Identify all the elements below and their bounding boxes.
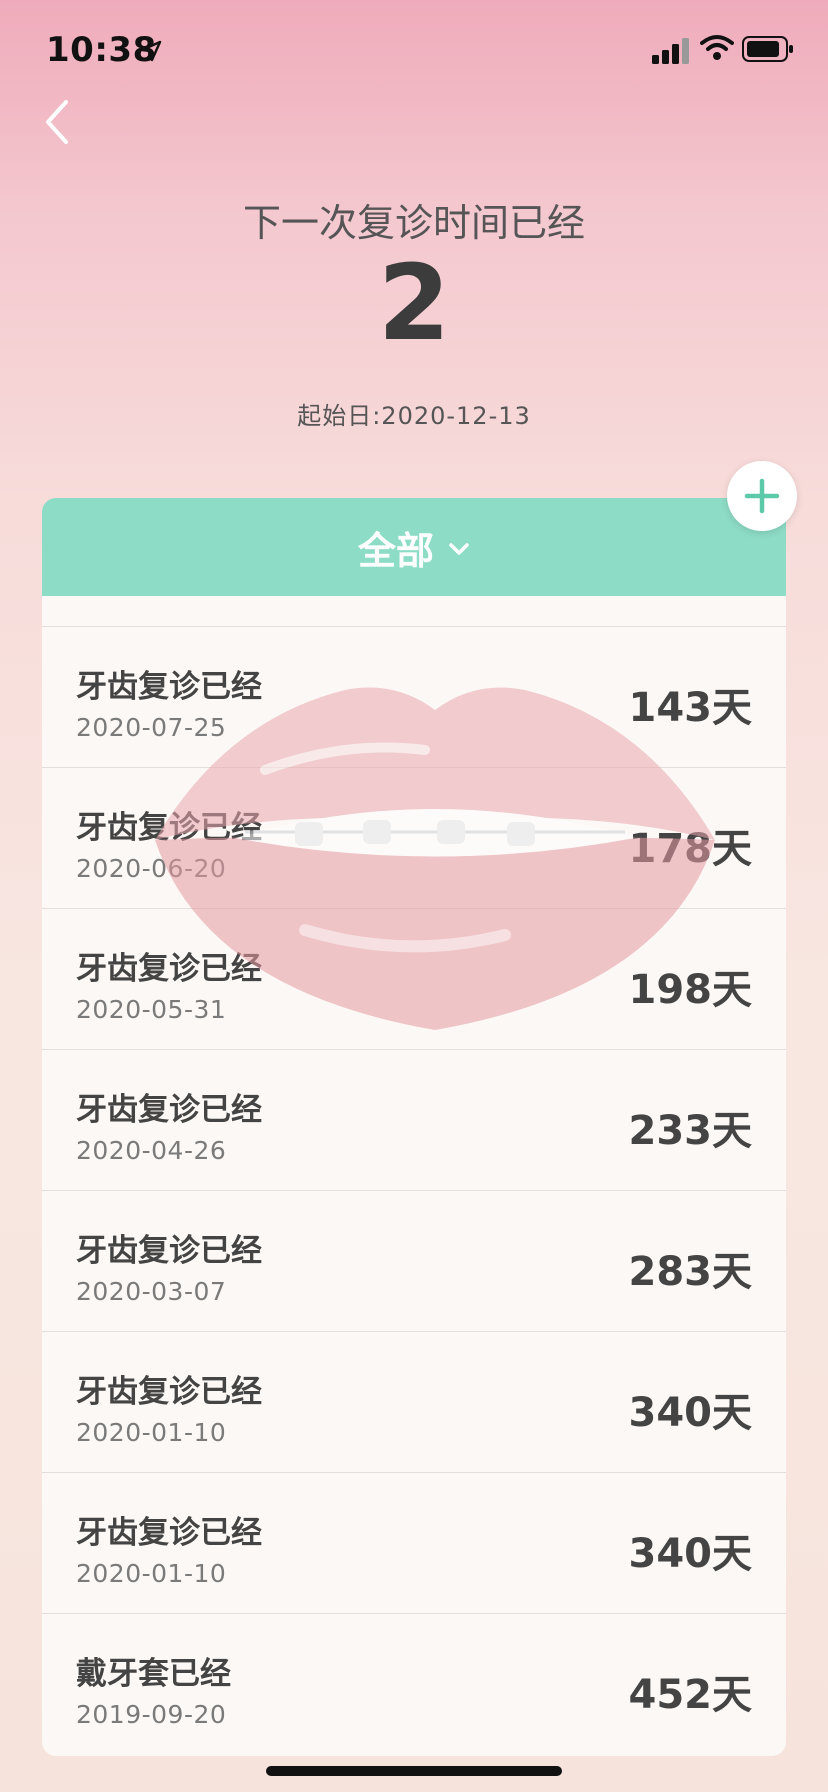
lips-illustration (155, 687, 715, 1030)
cellular-signal-icon (652, 38, 689, 64)
record-title: 戴牙套已经 (76, 1656, 231, 1692)
add-button[interactable] (727, 461, 797, 531)
record-days: 233天 (628, 1108, 753, 1154)
headline: 下一次复诊时间已经 (242, 201, 585, 245)
location-arrow-icon (140, 40, 162, 62)
filter-label: 全部 (357, 528, 434, 573)
record-title: 牙齿复诊已经 (76, 1092, 262, 1128)
record-date: 2020-01-10 (76, 1559, 227, 1588)
record-date: 2019-09-20 (76, 1700, 227, 1729)
record-date: 2020-04-26 (76, 1136, 227, 1165)
record-days: 283天 (628, 1249, 753, 1295)
record-title: 牙齿复诊已经 (76, 1374, 262, 1410)
list-spacer (42, 596, 786, 627)
record-title: 牙齿复诊已经 (76, 1515, 262, 1551)
days-count: 2 (377, 242, 451, 364)
chevron-left-icon (46, 100, 68, 144)
record-days: 340天 (628, 1531, 753, 1577)
start-date: 起始日:2020-12-13 (297, 402, 531, 430)
chevron-down-icon (449, 543, 469, 555)
list-item[interactable]: 牙齿复诊已经 2020-03-07 283天 (42, 1191, 786, 1332)
battery-icon (742, 36, 793, 62)
record-date: 2020-01-10 (76, 1418, 227, 1447)
list-item[interactable]: 牙齿复诊已经 2020-04-26 233天 (42, 1050, 786, 1191)
back-button[interactable] (40, 96, 76, 148)
record-title: 牙齿复诊已经 (76, 1233, 262, 1269)
filter-dropdown[interactable]: 全部 (42, 498, 786, 596)
list-item[interactable]: 牙齿复诊已经 2020-01-10 340天 (42, 1473, 786, 1614)
wifi-icon (700, 35, 734, 60)
home-indicator (266, 1766, 562, 1776)
list-item[interactable]: 牙齿复诊已经 2020-01-10 340天 (42, 1332, 786, 1473)
record-days: 452天 (628, 1672, 753, 1718)
plus-icon (744, 478, 780, 514)
list-item[interactable]: 戴牙套已经 2019-09-20 452天 (42, 1614, 786, 1754)
record-date: 2020-03-07 (76, 1277, 227, 1306)
status-bar: 10:38 (0, 0, 828, 100)
record-days: 340天 (628, 1390, 753, 1436)
